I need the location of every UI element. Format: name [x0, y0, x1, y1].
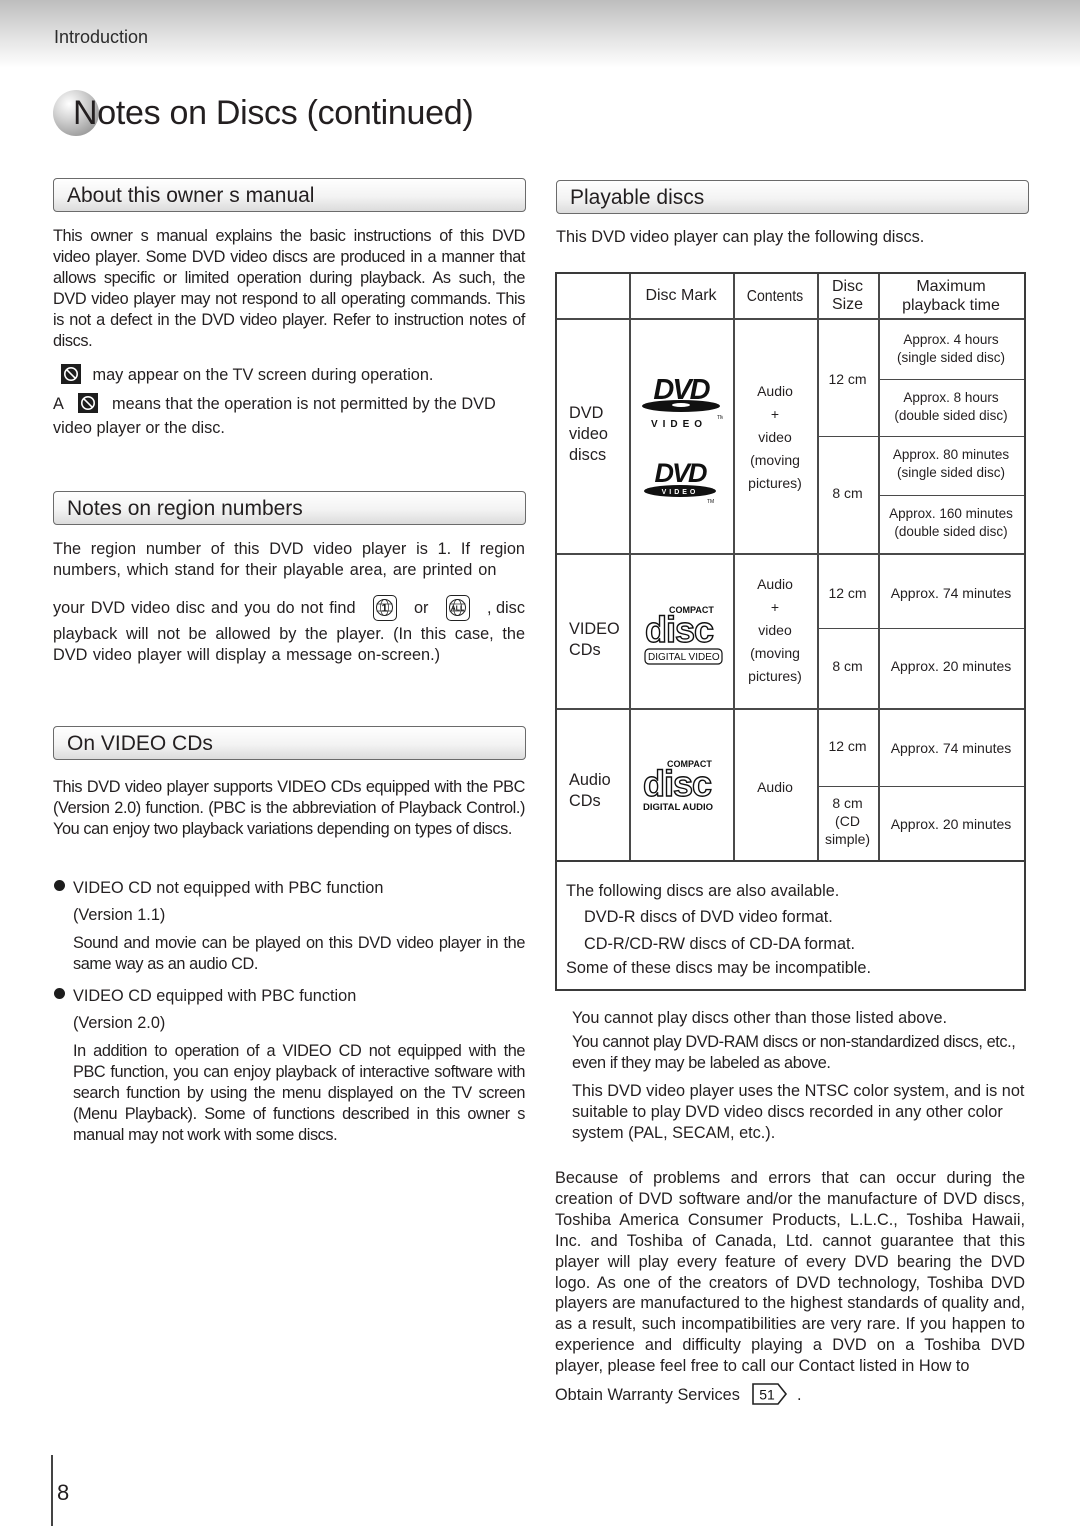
about-body: This owner s manual explains the basic i…: [53, 227, 525, 350]
region-or: or: [414, 598, 429, 617]
prohibited-icon: [61, 364, 81, 384]
compact-disc-digital-audio-logo: COMPACT disc DIGITAL AUDIO: [641, 758, 733, 819]
row-vcd-size-12: 12 cm: [828, 585, 867, 601]
row-dvd-time-4: Approx. 160 minutes (double sided disc): [889, 506, 1013, 539]
playable-discs-table: Disc Mark Contents Disc Size Maximum pla…: [555, 272, 1026, 862]
row-acd-size-12: 12 cm: [828, 738, 867, 754]
row-acd-contents: Audio: [757, 779, 793, 795]
region-icon-line: your DVD video disc and you do not find …: [53, 595, 525, 621]
header-max-playback: Maximum playback time: [902, 278, 1000, 314]
region-text-a: your DVD video disc and you do not find: [53, 598, 356, 617]
row-dvd-type: DVD video discs: [569, 404, 608, 464]
vcd-item-1-desc: Sound and movie can be played on this DV…: [73, 934, 525, 973]
vcd-item-1-title: VIDEO CD not equipped with PBC function: [73, 879, 384, 897]
svg-text:disc: disc: [645, 609, 713, 650]
period: .: [796, 1386, 802, 1404]
row-vcd-type: VIDEO CDs: [569, 620, 620, 659]
svg-text:1: 1: [381, 603, 387, 615]
row-vcd-time-12: Approx. 74 minutes: [890, 585, 1012, 601]
means-text-2: video player or the disc.: [53, 419, 225, 437]
row-dvd-time-1: Approx. 4 hours (single sided disc): [896, 332, 1006, 365]
row-dvd-time-3: Approx. 80 minutes (single sided disc): [892, 447, 1010, 480]
row-dvd-size-12: 12 cm: [828, 371, 867, 387]
vcd-body: This DVD video player supports VIDEO CDs…: [53, 778, 525, 838]
compact-disc-digital-video-logo: COMPACT disc DIGITAL VIDEO: [643, 604, 735, 671]
header-disc-size: Disc Size: [831, 278, 864, 313]
region-text-b: , disc: [486, 598, 525, 617]
region-1-globe-icon: 1: [372, 595, 397, 621]
also-line-3: CD-R/CD-RW discs of CD-DA format.: [584, 935, 856, 953]
playable-intro: This DVD video player can play the follo…: [556, 228, 925, 246]
svg-text:51: 51: [760, 1387, 776, 1403]
note-2: You cannot play DVD-RAM discs or non-sta…: [572, 1033, 1016, 1072]
row-acd-time-12: Approx. 74 minutes: [890, 740, 1012, 756]
bullet-icon: [54, 880, 65, 891]
svg-text:VIDEO: VIDEO: [651, 419, 707, 430]
note-3: This DVD video player uses the NTSC colo…: [572, 1082, 1025, 1142]
also-line-1: The following discs are also available.: [566, 882, 840, 900]
vcd-heading: On VIDEO CDs: [67, 732, 213, 755]
vcd-item-2-version: (Version 2.0): [73, 1014, 166, 1032]
also-line-4: Some of these discs may be incompatible.: [566, 959, 871, 977]
region-body-1: The region number of this DVD video play…: [53, 540, 525, 579]
about-icon-line: may appear on the TV screen during opera…: [61, 364, 433, 386]
svg-text:DIGITAL VIDEO: DIGITAL VIDEO: [648, 652, 720, 663]
row-dvd-contents: Audio + video (moving pictures): [748, 383, 802, 491]
row-vcd-size-8: 8 cm: [832, 658, 863, 674]
dvd-video-logo-small: DVD VIDEO TM: [643, 458, 721, 509]
note-1: You cannot play discs other than those l…: [572, 1009, 948, 1027]
vcd-heading-box: On VIDEO CDs: [53, 726, 526, 760]
playable-heading-box: Playable discs: [556, 180, 1029, 214]
section-label: Introduction: [54, 27, 149, 47]
region-all-globe-icon: ALL: [445, 595, 470, 621]
row-dvd-size-8: 8 cm: [832, 485, 863, 501]
svg-text:DIGITAL AUDIO: DIGITAL AUDIO: [643, 802, 713, 813]
row-acd-type: Audio CDs: [569, 771, 611, 810]
page-title: Notes on Discs (continued): [73, 94, 474, 132]
page-reference-51-link[interactable]: 51: [752, 1383, 788, 1405]
header-band: [0, 0, 1080, 68]
vcd-item-1-version: (Version 1.1): [73, 906, 166, 924]
page-number: 8: [57, 1480, 70, 1505]
vcd-item-2-desc: In addition to operation of a VIDEO CD n…: [73, 1042, 525, 1144]
header-disc-mark: Disc Mark: [645, 287, 717, 304]
disclaimer-body: Because of problems and errors that can …: [555, 1169, 1025, 1376]
svg-text:ALL: ALL: [450, 606, 464, 613]
region-heading-box: Notes on region numbers: [53, 491, 526, 525]
svg-text:VIDEO: VIDEO: [662, 489, 699, 496]
svg-text:disc: disc: [643, 763, 711, 804]
row-acd-size-8: 8 cm (CD simple): [824, 795, 871, 847]
also-available-box: The following discs are also available. …: [555, 860, 1026, 991]
region-heading: Notes on region numbers: [67, 497, 303, 520]
warranty-reference-text: Obtain Warranty Services: [555, 1386, 740, 1404]
svg-text:TM: TM: [707, 499, 714, 504]
page-number-bar: [51, 1455, 53, 1526]
about-heading: About this owner s manual: [67, 184, 315, 207]
row-vcd-time-8: Approx. 20 minutes: [890, 658, 1012, 674]
prohibited-icon: [77, 393, 98, 413]
svg-text:DVD: DVD: [654, 458, 707, 488]
also-line-2: DVD-R discs of DVD video format.: [584, 908, 833, 926]
bullet-icon: [54, 988, 65, 999]
means-text: means that the operation is not permitte…: [112, 395, 496, 413]
vcd-item-2-title: VIDEO CD equipped with PBC function: [73, 987, 357, 1005]
about-heading-box: About this owner s manual: [53, 178, 526, 212]
disclaimer-last-line: Obtain Warranty Services 51 .: [555, 1383, 801, 1406]
row-acd-time-8: Approx. 20 minutes: [890, 816, 1012, 832]
icon-line-text: may appear on the TV screen during opera…: [92, 366, 434, 384]
dvd-video-logo-large: DVD VIDEO TM: [641, 374, 724, 439]
svg-text:TM: TM: [717, 415, 723, 421]
header-contents: Contents: [746, 288, 804, 305]
playable-heading: Playable discs: [570, 186, 705, 209]
region-body-3: playback will not be allowed by the play…: [53, 625, 525, 664]
row-vcd-contents: Audio + video (moving pictures): [748, 576, 802, 684]
means-prefix: A: [53, 395, 63, 413]
about-means-line: A means that the operation is not permit…: [53, 393, 496, 415]
row-dvd-time-2: Approx. 8 hours (double sided disc): [894, 390, 1008, 423]
